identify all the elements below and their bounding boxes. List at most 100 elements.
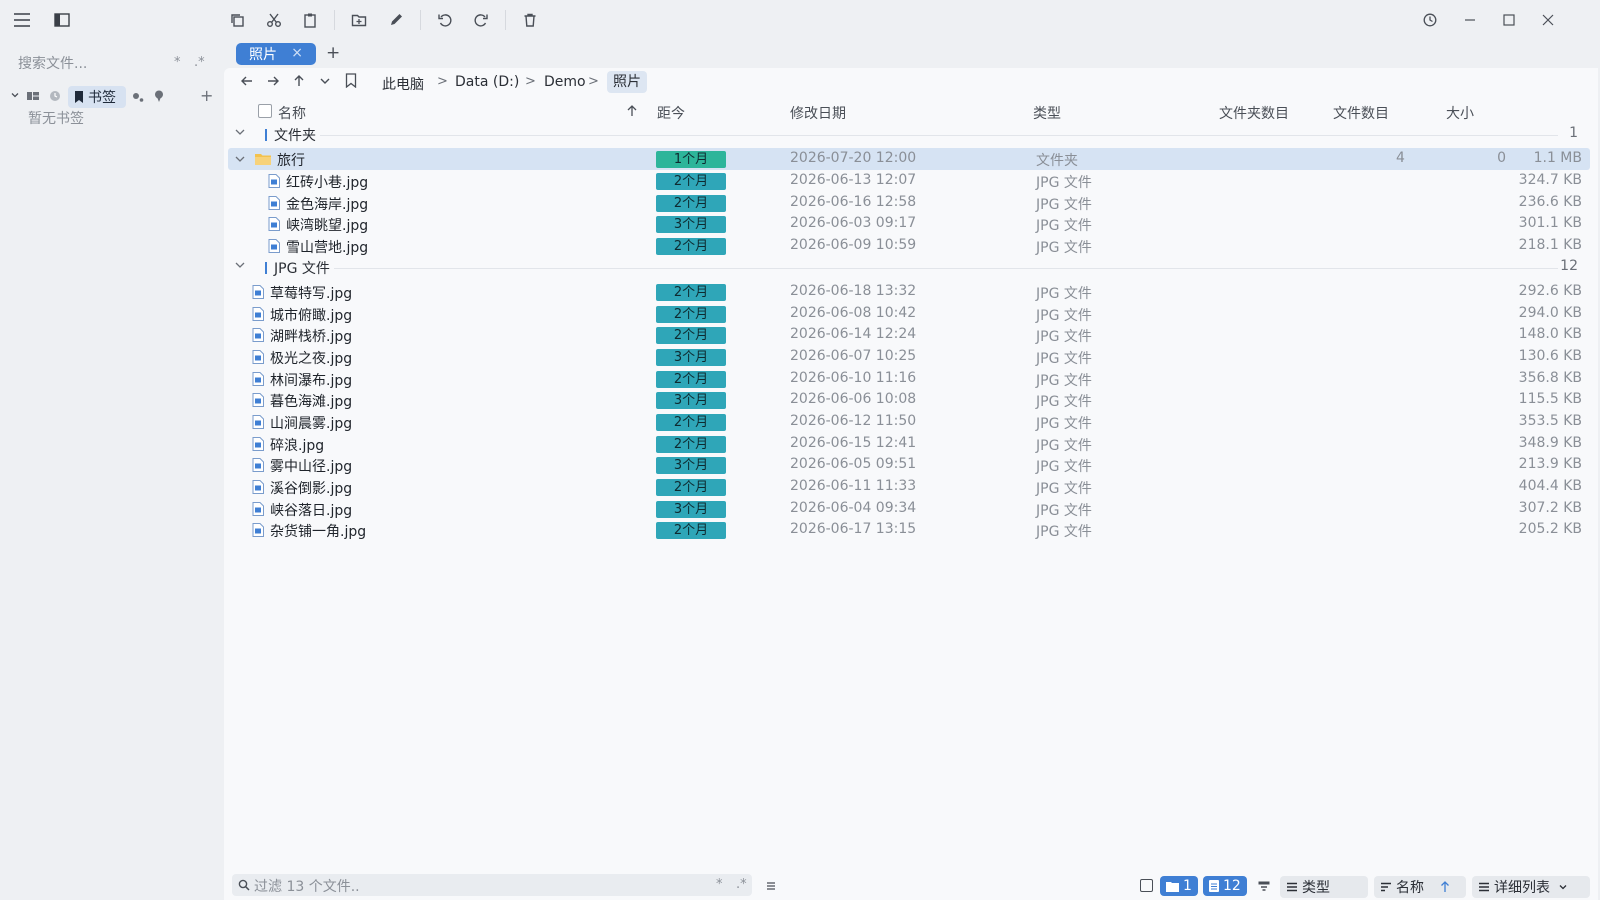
close-icon[interactable] xyxy=(1536,8,1560,32)
table-row[interactable]: 雾中山径.jpg 3个月 2026-06-05 09:51 JPG 文件 213.9 K… xyxy=(228,454,1590,476)
menu-icon[interactable] xyxy=(10,8,34,32)
column-header-type[interactable]: 类型 xyxy=(1033,103,1061,123)
new-folder-icon[interactable] xyxy=(347,8,371,32)
select-checkbox-toggle[interactable] xyxy=(1140,879,1153,892)
chevron-down-icon[interactable] xyxy=(234,259,246,271)
grid-icon[interactable] xyxy=(27,90,39,102)
table-row[interactable]: 暮色海滩.jpg 3个月 2026-06-06 10:08 JPG 文件 115.5 K… xyxy=(228,389,1590,411)
table-row[interactable]: 金色海岸.jpg 2个月 2026-06-16 12:58 JPG 文件 236.6 K… xyxy=(228,192,1590,214)
group-divider xyxy=(320,135,1558,136)
group-toggle-icon[interactable] xyxy=(1257,879,1271,893)
table-row[interactable]: 草莓特写.jpg 2个月 2026-06-18 13:32 JPG 文件 292.6 K… xyxy=(228,281,1590,303)
tags-icon[interactable] xyxy=(132,91,144,103)
history-dropdown-icon[interactable] xyxy=(319,75,331,87)
image-file-icon xyxy=(252,523,264,538)
image-file-icon xyxy=(252,393,264,408)
rename-icon[interactable] xyxy=(384,8,408,32)
copy-icon[interactable] xyxy=(225,8,249,32)
image-file-icon xyxy=(252,350,264,364)
case-toggle[interactable]: * xyxy=(174,55,181,70)
filter-options-icon[interactable] xyxy=(764,879,778,893)
tab-photos[interactable]: 照片 × xyxy=(236,43,316,65)
table-row[interactable]: 红砖小巷.jpg 2个月 2026-06-13 12:07 JPG 文件 324.7 K… xyxy=(228,170,1590,192)
bookmark-add-icon[interactable] xyxy=(345,73,357,88)
sort-by-dropdown[interactable]: 名称 xyxy=(1374,876,1466,898)
history-icon[interactable] xyxy=(1418,8,1442,32)
file-type: JPG 文件 xyxy=(1036,481,1092,498)
table-row[interactable]: 城市俯瞰.jpg 2个月 2026-06-08 10:42 JPG 文件 294.0 K… xyxy=(228,303,1590,325)
modified-date: 2026-06-18 13:32 xyxy=(790,283,917,299)
select-all-checkbox[interactable] xyxy=(258,104,272,118)
maximize-icon[interactable] xyxy=(1497,8,1521,32)
age-badge: 2个月 xyxy=(656,370,726,388)
breadcrumb-current[interactable]: 照片 xyxy=(607,71,647,93)
bookmarks-tab[interactable]: 书签 xyxy=(68,86,126,108)
new-tab-button[interactable]: + xyxy=(326,43,340,63)
group-by-dropdown[interactable]: 类型 xyxy=(1280,876,1368,898)
chevron-down-icon[interactable] xyxy=(10,90,20,100)
modified-date: 2026-06-03 09:17 xyxy=(790,215,917,232)
filter-case-toggle[interactable]: * xyxy=(716,877,723,892)
table-row[interactable]: 杂货铺一角.jpg 2个月 2026-06-17 13:15 JPG 文件 205.2 … xyxy=(228,519,1590,541)
back-icon[interactable] xyxy=(240,74,254,88)
add-bookmark-button[interactable]: + xyxy=(200,86,213,105)
cut-icon[interactable] xyxy=(262,8,286,32)
table-row-folder[interactable]: 旅行 1个月 2026-07-20 12:00 文件夹 0 4 1.1 MB xyxy=(228,148,1590,170)
file-count-badge[interactable]: 12 xyxy=(1203,876,1247,896)
table-row[interactable]: 碎浪.jpg 2个月 2026-06-15 12:41 JPG 文件 348.9 KB xyxy=(228,433,1590,455)
file-size: 348.9 KB xyxy=(1518,434,1582,451)
table-row[interactable]: 峡谷落日.jpg 3个月 2026-06-04 09:34 JPG 文件 307.2 K… xyxy=(228,498,1590,520)
column-header-size[interactable]: 大小 xyxy=(1446,103,1474,123)
age-badge: 1个月 xyxy=(656,151,726,168)
tab-close-icon[interactable]: × xyxy=(291,45,303,61)
redo-icon[interactable] xyxy=(469,8,493,32)
breadcrumb-this-pc[interactable]: 此电脑 xyxy=(382,74,424,94)
up-icon[interactable] xyxy=(292,74,306,88)
chevron-down-icon[interactable] xyxy=(234,126,246,138)
column-header-modified[interactable]: 修改日期 xyxy=(790,103,846,123)
sidebar-search-input[interactable]: 搜索文件... xyxy=(18,53,87,73)
toggle-sidebar-icon[interactable] xyxy=(50,8,74,32)
column-header-file-count[interactable]: 文件数目 xyxy=(1333,103,1389,123)
filter-input[interactable]: 过滤 13 个文件.. * .* xyxy=(232,874,752,896)
group-count: 12 xyxy=(1560,258,1578,274)
paste-icon[interactable] xyxy=(298,8,322,32)
table-row[interactable]: 湖畔栈桥.jpg 2个月 2026-06-14 12:24 JPG 文件 148.0 K… xyxy=(228,324,1590,346)
table-row[interactable]: 峡湾眺望.jpg 3个月 2026-06-03 09:17 JPG 文件 301.1 K… xyxy=(228,213,1590,235)
column-header-name[interactable]: 名称 xyxy=(278,103,306,123)
modified-date: 2026-06-08 10:42 xyxy=(790,304,917,321)
table-row[interactable]: 溪谷倒影.jpg 2个月 2026-06-11 11:33 JPG 文件 404.4 K… xyxy=(228,476,1590,498)
undo-icon[interactable] xyxy=(433,8,457,32)
table-row[interactable]: 极光之夜.jpg 3个月 2026-06-07 10:25 JPG 文件 130.6 K… xyxy=(228,346,1590,368)
image-file-icon xyxy=(268,217,280,232)
forward-icon[interactable] xyxy=(266,74,280,88)
modified-date: 2026-06-12 11:50 xyxy=(790,413,917,430)
toolbar-divider xyxy=(420,10,421,30)
file-name: 林间瀑布.jpg xyxy=(270,372,353,389)
regex-toggle[interactable]: .* xyxy=(194,55,205,70)
breadcrumb-data-drive[interactable]: Data (D:) xyxy=(455,74,519,90)
file-name: 峡湾眺望.jpg xyxy=(286,218,369,235)
table-row[interactable]: 雪山营地.jpg 2个月 2026-06-09 10:59 JPG 文件 218.1 K… xyxy=(228,235,1590,257)
filter-regex-toggle[interactable]: .* xyxy=(736,877,747,892)
age-badge: 2个月 xyxy=(656,238,726,255)
folder-count-badge[interactable]: 1 xyxy=(1160,876,1198,896)
group-header-folders[interactable]: 文件夹 1 xyxy=(224,124,1598,146)
delete-icon[interactable] xyxy=(518,8,542,32)
breadcrumb-demo[interactable]: Demo xyxy=(544,74,586,90)
table-row[interactable]: 林间瀑布.jpg 2个月 2026-06-10 11:16 JPG 文件 356.8 K… xyxy=(228,368,1590,390)
age-badge: 3个月 xyxy=(656,216,726,234)
minimize-icon[interactable] xyxy=(1458,8,1482,32)
group-count: 1 xyxy=(1569,125,1578,141)
view-mode-dropdown[interactable]: 详细列表 xyxy=(1472,876,1590,898)
file-name: 金色海岸.jpg xyxy=(286,196,369,213)
top-toolbar xyxy=(0,0,1600,40)
column-header-folder-count[interactable]: 文件夹数目 xyxy=(1219,103,1289,123)
recent-icon[interactable] xyxy=(49,90,61,102)
table-row[interactable]: 山涧晨雾.jpg 2个月 2026-06-12 11:50 JPG 文件 353.5 K… xyxy=(228,411,1590,433)
group-header-jpg[interactable]: JPG 文件 12 xyxy=(224,257,1598,279)
file-name: 红砖小巷.jpg xyxy=(286,175,369,191)
column-header-age[interactable]: 距今 xyxy=(657,103,685,123)
chevron-down-icon[interactable] xyxy=(234,153,246,165)
location-icon[interactable] xyxy=(154,90,164,102)
